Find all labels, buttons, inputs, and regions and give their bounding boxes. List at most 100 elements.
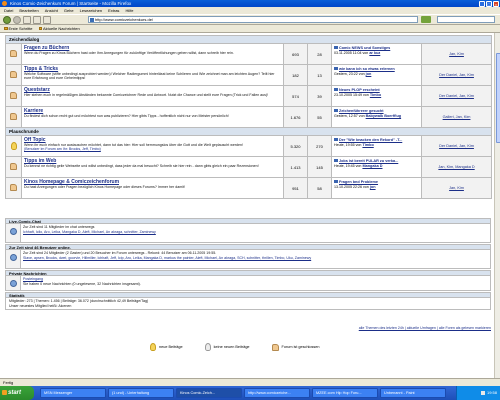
system-tray: 19:58	[456, 386, 500, 400]
last-post-user[interactable]: ar kuz	[369, 51, 380, 55]
taskbar-item[interactable]: MZEE.com Hip Hop Foru...	[312, 388, 378, 398]
statistics-section: Statistik Mitglieder: 273 | Themen: 1.45…	[5, 292, 491, 311]
address-bar[interactable]: http://www.comiczeichenkurs.de/	[88, 16, 418, 23]
clock: 19:58	[486, 390, 497, 395]
reload-button[interactable]	[23, 15, 31, 24]
last-post-title[interactable]: wie kann ich so etwas erlernen	[339, 67, 395, 71]
topic-count: 951	[283, 177, 308, 199]
last-post-title[interactable]: Fragen bnd Probleme	[339, 180, 378, 184]
private-messages-section: Private Nachrichten Posteingang Sie habe…	[5, 270, 491, 291]
online-user-list[interactable]: Slave, apsen, Brooks, dwel, goorvie, Hil…	[23, 256, 490, 261]
maximize-button[interactable]: □	[486, 0, 492, 7]
page-content: Zeichendialog Fragen zu Büchern Wenn du Fr…	[0, 33, 500, 378]
last-post-title[interactable]: Zeichenführerer gesucht	[339, 109, 384, 113]
taskbar-item[interactable]: http://www.comiczeiche...	[244, 388, 310, 398]
scrollbar-thumb[interactable]	[495, 53, 500, 143]
go-button[interactable]	[421, 16, 431, 23]
chat-users-icon	[10, 228, 17, 235]
footer-links[interactable]: alle Themen des letzten 24h | aktuelle U…	[5, 326, 491, 330]
last-post-icon	[334, 159, 338, 162]
last-post-title[interactable]: Comic NEWS und Sonstiges	[339, 46, 390, 50]
last-post-date: Gestern, 23:22 von	[334, 71, 365, 76]
legend: neue Beiträge keine neuen Beiträge Forum…	[150, 343, 320, 351]
start-button[interactable]: start	[0, 386, 34, 400]
last-post-icon	[334, 67, 338, 70]
menu-gehe[interactable]: Gehe	[64, 7, 74, 14]
forum-locked-icon	[271, 343, 279, 351]
category-header: Zeichendialog	[4, 35, 493, 44]
last-post-icon	[334, 88, 338, 91]
menu-bearbeiten[interactable]: Bearbeiten	[19, 7, 38, 14]
forum-row: Off Topic Wenn ihr euch einfach nur austa…	[5, 135, 493, 157]
topic-count: 182	[283, 64, 308, 86]
new-posts-icon	[150, 343, 156, 351]
last-post-user[interactable]: Timbo	[362, 143, 373, 147]
back-button[interactable]	[3, 15, 11, 24]
last-post-user[interactable]: Babywalk Boerfflug	[366, 114, 401, 118]
stop-button[interactable]	[33, 15, 41, 24]
last-post-user[interactable]: jon	[370, 185, 376, 189]
taskbar-item[interactable]: (1 und) - Unterhaltung	[108, 388, 174, 398]
forum-row: Karriere Du findest dich schon recht gut …	[5, 106, 493, 128]
close-button[interactable]: ×	[493, 0, 499, 7]
minimize-button[interactable]: _	[479, 0, 485, 7]
menu-extras[interactable]: Extras	[108, 7, 119, 14]
menu-lesezeichen[interactable]: Lesezeichen	[80, 7, 102, 14]
topic-count: 1.676	[283, 106, 308, 128]
menu-bar: Datei Bearbeiten Ansicht Gehe Lesezeiche…	[0, 7, 500, 14]
status-bar: Fertig	[0, 378, 500, 386]
taskbar-item[interactable]: Kinos Comic-Zeich...	[176, 388, 242, 398]
last-post-icon	[334, 138, 338, 141]
moderators[interactable]: Jan, Kim	[420, 43, 493, 65]
post-count: 39	[307, 85, 332, 107]
last-post-date: 03.11.2005 11:04 von	[334, 50, 369, 55]
home-button[interactable]	[43, 15, 51, 24]
moderators[interactable]: Der Daniel, Jan, Kim	[420, 85, 493, 107]
last-post-user[interactable]: Timbo	[370, 93, 381, 97]
bookmark-nachrichten[interactable]: Aktuelle Nachrichten	[38, 26, 80, 31]
moderators[interactable]: Jan, Kim	[420, 177, 493, 199]
moderators[interactable]: Galleri, Jan, Kim	[420, 106, 493, 128]
post-count: 13	[307, 64, 332, 86]
chat-user-list[interactable]: Ichhaft, Icilo, Aro, Leika, Mangaka D, A…	[23, 230, 490, 235]
moderators[interactable]: Jan, Kim, Mangaka D	[420, 156, 493, 178]
last-post-date: 13.10.2005 22:26 von	[334, 184, 369, 189]
post-count: 145	[307, 156, 332, 178]
post-count: 270	[307, 135, 332, 157]
no-new-posts-icon	[204, 343, 211, 351]
live-chat-section: Live-Comic-Chat Zur Zeit sind 11 Mitglie…	[5, 218, 491, 243]
menu-ansicht[interactable]: Ansicht	[45, 7, 58, 14]
last-post-user[interactable]: jon	[366, 72, 372, 76]
last-post-title[interactable]: Neues PLOP erscheint	[339, 88, 380, 92]
firefox-icon	[2, 1, 7, 6]
forum-subline[interactable]: (Benutzer im Forum am Ihr: Brooks, Jeff,…	[24, 147, 281, 151]
category-title[interactable]: Zeichendialog	[4, 35, 493, 44]
last-post-title[interactable]: Der "Wie knacken den Rekord" -T...	[339, 138, 402, 142]
status-text: Fertig	[3, 380, 14, 385]
topic-count: 693	[283, 43, 308, 65]
forward-button[interactable]	[13, 15, 21, 24]
menu-hilfe[interactable]: Hilfe	[125, 7, 133, 14]
windows-logo-icon	[2, 390, 7, 395]
tray-icon	[480, 390, 485, 395]
forum-status-icon	[10, 92, 17, 99]
search-input[interactable]	[437, 16, 495, 23]
taskbar-item[interactable]: Unbenannt - Paint	[380, 388, 446, 398]
forum-description: Du findest dich schon recht gut und möch…	[24, 114, 229, 118]
forum-row: Queststarz Hier stehen euch in regelmäßig…	[5, 85, 493, 107]
forum-row: Tipps & Tricks Welche Software (stifte un…	[5, 64, 493, 86]
bookmark-erste-schritte[interactable]: Erste Schritte	[4, 26, 33, 31]
legend-none: keine neuen Beiträge	[213, 345, 250, 349]
vertical-scrollbar[interactable]	[494, 33, 500, 378]
last-post-user[interactable]: Mangaka D	[362, 164, 382, 168]
taskbar-item[interactable]: MSN Messenger	[40, 388, 106, 398]
moderators[interactable]: Der Daniel, Jan, Kim	[420, 64, 493, 86]
last-post-title[interactable]: Jobs ist bereit PULAR zu verka...	[339, 159, 398, 163]
forum-row: Kinos Homepage & Comiczeichenforum Du has…	[5, 177, 493, 199]
forum-status-icon	[10, 184, 17, 191]
last-post-date: Heute, 19:45 von	[334, 163, 362, 168]
moderators[interactable]: Der Daniel, Jan, Kim	[420, 135, 493, 157]
menu-datei[interactable]: Datei	[4, 7, 13, 14]
category-title[interactable]: Plauschrunde	[4, 127, 493, 136]
rss-icon	[38, 26, 43, 31]
